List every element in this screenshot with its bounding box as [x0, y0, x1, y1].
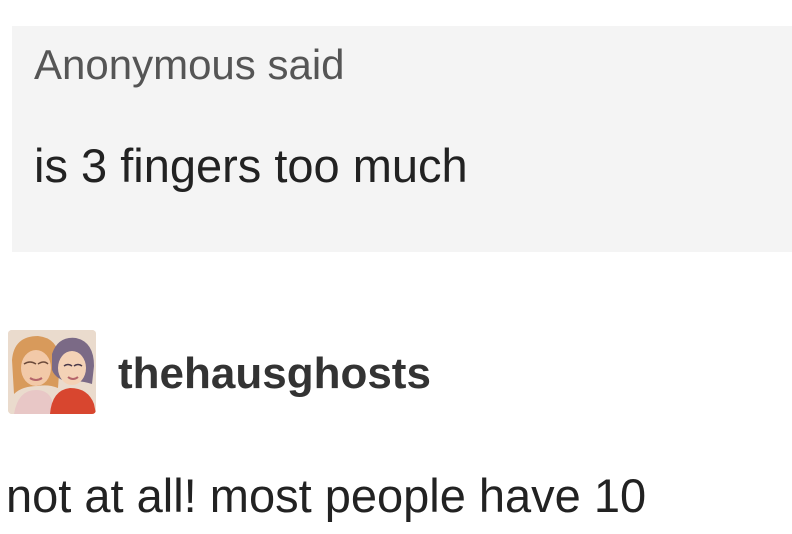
- username-link[interactable]: thehausghosts: [118, 352, 431, 396]
- said-label: said: [267, 41, 345, 88]
- answer-text: not at all! most people have 10: [6, 469, 647, 522]
- user-avatar-illustration-icon[interactable]: [8, 330, 96, 414]
- asker-name: Anonymous: [34, 41, 256, 88]
- ask-author-line: Anonymous said: [34, 44, 345, 86]
- ask-question: is 3 fingers too much: [34, 139, 468, 192]
- answer-header: thehausghosts: [0, 320, 792, 416]
